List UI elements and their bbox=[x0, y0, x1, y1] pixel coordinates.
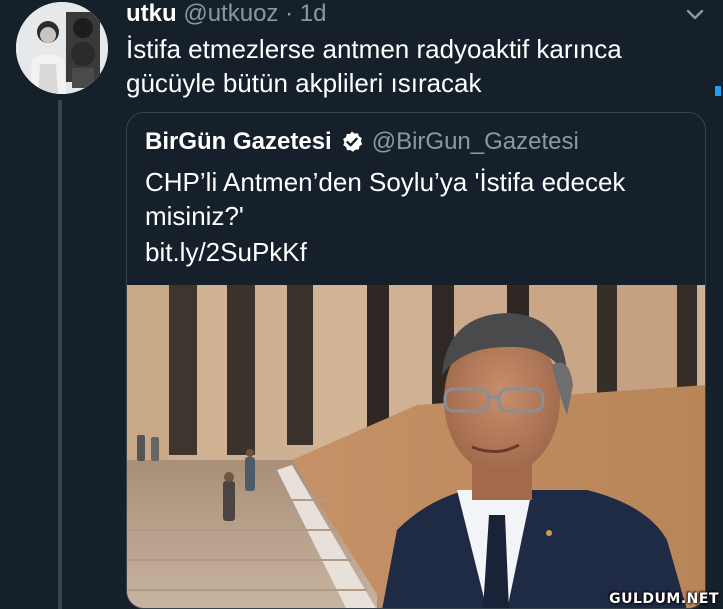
watermark-logo: GULDUM.NET bbox=[609, 591, 719, 607]
quoted-display-name: BirGün Gazetesi bbox=[145, 128, 332, 155]
tweet-header: utku @utkuoz · 1d bbox=[126, 0, 326, 28]
quoted-tweet-photo[interactable] bbox=[127, 285, 705, 608]
user-handle[interactable]: @utkuoz bbox=[183, 0, 278, 27]
avatar-photo bbox=[16, 2, 108, 94]
verified-badge-icon bbox=[340, 130, 364, 154]
quoted-tweet-header: BirGün Gazetesi @BirGun_Gazetesi bbox=[145, 127, 579, 157]
quoted-tweet-card[interactable]: BirGün Gazetesi @BirGun_Gazetesi CHP’li … bbox=[126, 112, 706, 609]
separator: · bbox=[285, 0, 294, 27]
display-name[interactable]: utku bbox=[126, 0, 177, 27]
thread-line bbox=[58, 100, 62, 609]
quoted-tweet-text: CHP’li Antmen’den Soylu’ya 'İstifa edece… bbox=[145, 167, 626, 231]
avatar[interactable] bbox=[16, 2, 108, 94]
tweet-time[interactable]: 1d bbox=[300, 0, 327, 27]
quoted-tweet-link[interactable]: bit.ly/2SuPkKf bbox=[145, 235, 307, 269]
tweet-text: İstifa etmezlerse antmen radyoaktif karı… bbox=[126, 34, 622, 98]
scroll-indicator bbox=[715, 86, 721, 96]
quoted-user-handle: @BirGun_Gazetesi bbox=[371, 128, 579, 155]
chevron-down-icon[interactable] bbox=[682, 4, 708, 26]
